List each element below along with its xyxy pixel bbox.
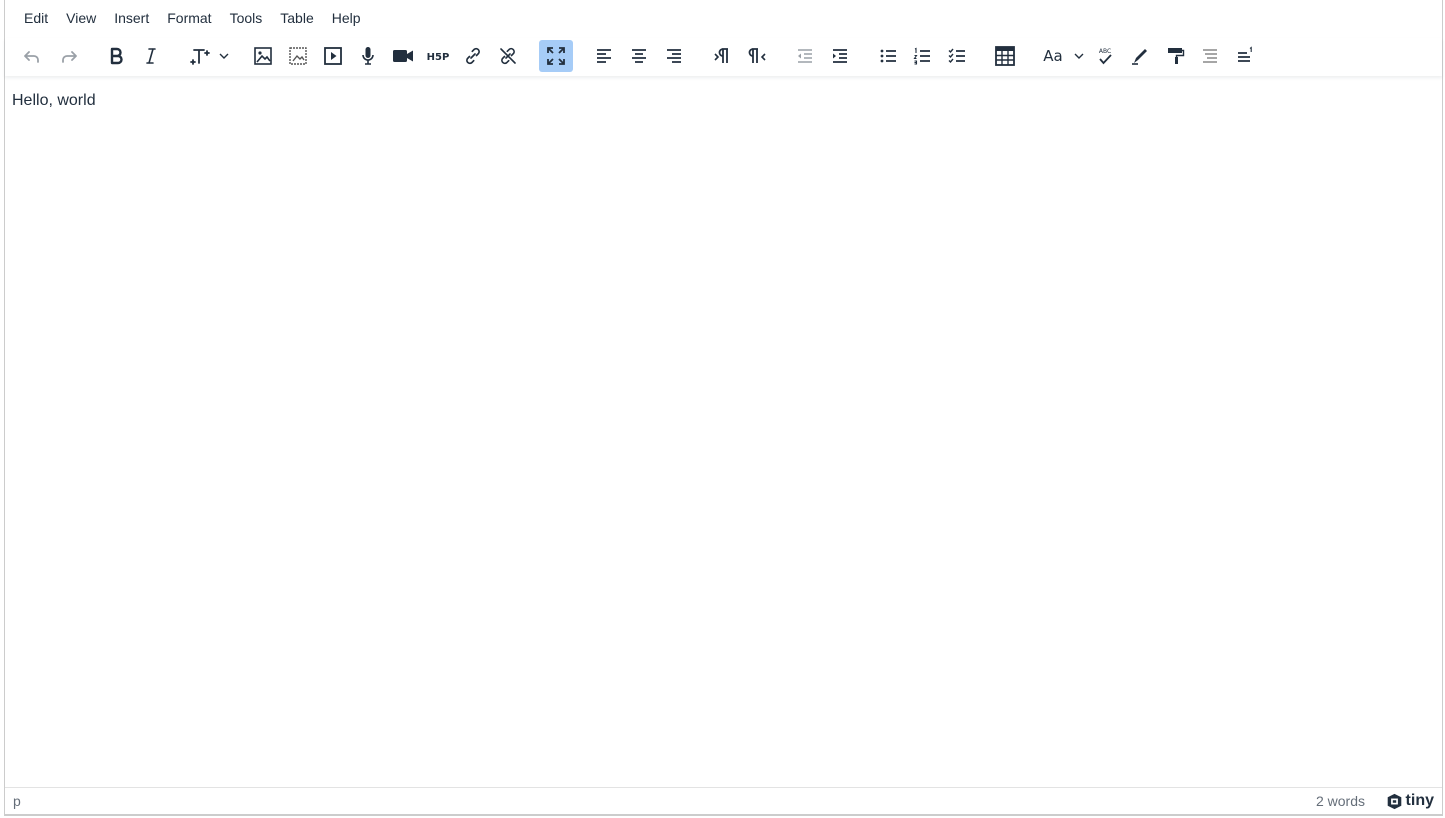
table-button[interactable]: [988, 40, 1022, 72]
record-video-icon: [393, 50, 413, 62]
spellcheck-icon: ABC: [1099, 48, 1112, 65]
toc-button[interactable]: [1193, 40, 1227, 72]
outdent-icon: [798, 49, 812, 63]
chevron-down-icon: [1074, 53, 1084, 59]
text-format-dropdown[interactable]: [1071, 40, 1087, 72]
menu-format[interactable]: Format: [158, 2, 220, 32]
align-center-button[interactable]: [622, 40, 656, 72]
footnote-button[interactable]: [1228, 40, 1262, 72]
text-format-button[interactable]: Aa: [1036, 40, 1070, 72]
align-right-button[interactable]: [657, 40, 691, 72]
menubar: Edit View Insert Format Tools Table Help: [5, 0, 1442, 34]
font-size-dropdown[interactable]: [216, 40, 232, 72]
chevron-down-icon: [219, 53, 229, 59]
unlink-button[interactable]: [491, 40, 525, 72]
checklist-icon: [948, 48, 965, 64]
indent-icon: [833, 49, 847, 63]
bold-button[interactable]: [99, 40, 133, 72]
editor-container: Edit View Insert Format Tools Table Help: [4, 0, 1443, 816]
svg-text:Aa: Aa: [1043, 47, 1062, 65]
menu-insert[interactable]: Insert: [105, 2, 158, 32]
editor-content-area[interactable]: Hello, world: [5, 80, 1442, 788]
h5p-icon: H5P: [427, 52, 450, 63]
spellcheck-button[interactable]: ABC: [1088, 40, 1122, 72]
outdent-button[interactable]: [788, 40, 822, 72]
table-icon: [995, 46, 1015, 66]
image-button[interactable]: [246, 40, 280, 72]
tiny-logo-icon: [1387, 793, 1401, 809]
italic-button[interactable]: [134, 40, 168, 72]
element-path[interactable]: p: [13, 793, 21, 809]
menu-edit[interactable]: Edit: [15, 2, 57, 32]
align-center-icon: [632, 49, 646, 63]
align-left-icon: [597, 49, 611, 63]
text-format-icon: Aa: [1043, 47, 1062, 65]
link-button[interactable]: [456, 40, 490, 72]
toolbar: H5P Aa ABC: [5, 38, 1442, 76]
media-icon: [324, 47, 342, 65]
svg-text:ABC: ABC: [1099, 48, 1111, 55]
bullet-list-button[interactable]: [871, 40, 905, 72]
align-left-button[interactable]: [587, 40, 621, 72]
font-size-button[interactable]: [182, 40, 216, 72]
content-paragraph[interactable]: Hello, world: [12, 92, 96, 110]
rtl-icon: [748, 48, 766, 63]
toc-icon: [1203, 49, 1217, 63]
highlight-button[interactable]: [1123, 40, 1157, 72]
media-button[interactable]: [316, 40, 350, 72]
record-video-button[interactable]: [386, 40, 420, 72]
bullet-list-icon: [880, 49, 896, 63]
rtl-button[interactable]: [740, 40, 774, 72]
record-audio-icon: [362, 47, 374, 65]
redo-icon: [62, 51, 77, 63]
menu-help[interactable]: Help: [323, 2, 370, 32]
tiny-logo[interactable]: tiny: [1386, 792, 1434, 810]
manage-files-icon: [289, 47, 307, 65]
footnote-icon: [1238, 46, 1252, 62]
highlight-icon: [1132, 49, 1147, 65]
unlink-icon: [500, 47, 516, 65]
checklist-button[interactable]: [940, 40, 974, 72]
fullscreen-icon: [547, 47, 565, 65]
h5p-button[interactable]: H5P: [421, 40, 455, 72]
link-icon: [466, 47, 480, 65]
tiny-brand-label: tiny: [1405, 792, 1434, 809]
manage-files-button[interactable]: [281, 40, 315, 72]
format-painter-icon: [1168, 48, 1185, 64]
menu-table[interactable]: Table: [271, 2, 322, 32]
ltr-button[interactable]: [705, 40, 739, 72]
numbered-list-icon: [913, 47, 930, 65]
italic-icon: [146, 48, 156, 64]
svg-text:H5P: H5P: [427, 52, 450, 63]
font-size-icon: [190, 49, 210, 65]
undo-icon: [24, 51, 39, 63]
indent-button[interactable]: [823, 40, 857, 72]
statusbar: p 2 words tiny: [5, 787, 1442, 814]
record-audio-button[interactable]: [351, 40, 385, 72]
format-painter-button[interactable]: [1158, 40, 1192, 72]
menu-view[interactable]: View: [57, 2, 105, 32]
redo-button[interactable]: [52, 40, 86, 72]
align-right-icon: [667, 49, 681, 63]
menu-tools[interactable]: Tools: [221, 2, 272, 32]
undo-button[interactable]: [15, 40, 49, 72]
image-icon: [254, 47, 272, 65]
fullscreen-button[interactable]: [539, 40, 573, 72]
word-count[interactable]: 2 words: [1316, 793, 1365, 809]
ltr-icon: [714, 48, 728, 63]
bold-icon: [110, 47, 123, 65]
numbered-list-button[interactable]: [905, 40, 939, 72]
